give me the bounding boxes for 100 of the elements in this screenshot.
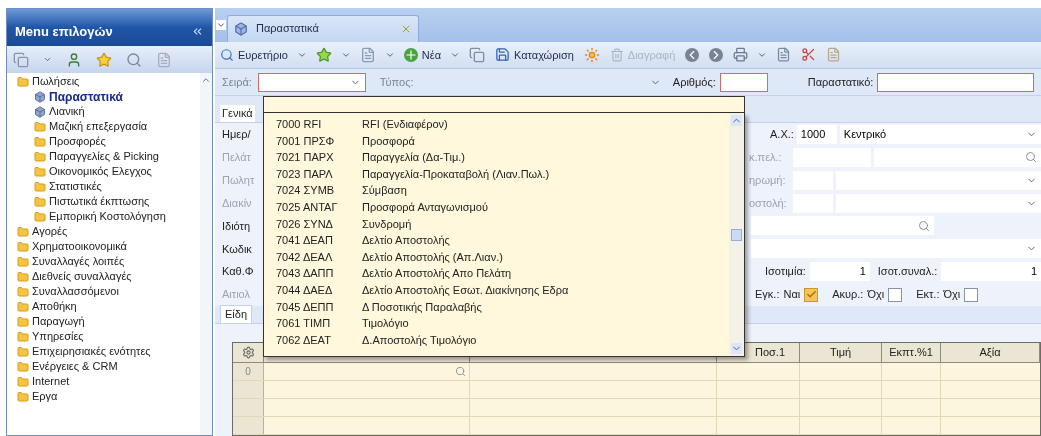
scroll-up-icon[interactable] [201,75,211,85]
tree-item[interactable]: Πωλήσεις [17,74,200,89]
row-header [233,399,264,416]
dropdown-option[interactable]: 7061 ΤΙΜΠ Τιμολόγιο [264,315,729,332]
search-icon [220,47,234,62]
tree-item[interactable]: Συναλλαγές λοιπές [17,254,200,269]
search-icon[interactable] [455,366,466,377]
number-field[interactable] [719,72,768,92]
rate-field[interactable]: 1 [809,262,870,282]
document-icon [776,47,792,63]
branch-field[interactable]: Κεντρικό [839,124,1041,144]
tab-menu-icon[interactable] [216,19,226,30]
tree-item[interactable]: Παραγωγή [17,314,200,329]
scroll-down-icon[interactable] [731,343,742,354]
checkbox[interactable] [964,287,979,302]
trade-rate-field[interactable]: 1 [941,262,1041,282]
tree-item[interactable]: Παραστατικά [17,89,200,104]
new-button[interactable]: Νέα [400,43,444,66]
select-field[interactable] [836,170,1041,190]
cube-icon [34,90,46,103]
tree-item[interactable]: Internet [17,374,200,389]
tree-item[interactable]: Διεθνείς συναλλαγές [17,269,200,284]
folder-icon [17,270,29,283]
dropdown-option[interactable]: 7024 ΣΥΜΒ Σύμβαση [264,182,729,199]
tree-item[interactable]: Αποθήκη [17,299,200,314]
field-label: Αιτιολ [222,287,250,303]
search-icon[interactable] [1025,151,1037,164]
search-icon[interactable] [918,219,930,232]
dropdown-option[interactable]: 7044 ΔΑΕΔ Δελτίο Αποστολής Εσωτ. Διακίνησης Εδρα [264,281,729,299]
dropdown-option[interactable]: 7000 RFI RFI (Ενδιαφέρον) [264,116,729,133]
tree-item[interactable]: Προσφορές [17,134,200,149]
search-field[interactable] [751,216,934,236]
scrollbar[interactable] [729,113,744,356]
tree-item[interactable]: Εργα [17,389,200,404]
tree-item[interactable]: Οικονομικός Ελεγχος [17,164,200,179]
save-button[interactable]: Καταχώριση [492,43,577,66]
dropdown-option[interactable]: 7001 ΠΡΣΦ Προσφορά [264,132,729,150]
tree-item[interactable]: Ενέργειες & CRM [17,359,200,374]
tree-item[interactable]: Μαζική επεξεργασία [17,119,200,134]
series-field[interactable] [257,72,366,92]
row-number: 0 [245,365,251,379]
column-header[interactable]: Τιμή [800,343,882,362]
dropdown-option[interactable]: 7043 ΔΑΠΠ Δελτίο Αποστολής Απο Πελάτη [264,265,729,282]
field-label: Ισοτιμία: [765,264,806,280]
document-field[interactable] [877,72,1034,92]
scrollbar[interactable] [200,73,212,435]
document-tab[interactable]: Παραστατικά [227,14,419,42]
dropdown-option[interactable]: 7026 ΣΥΝΔ Συνδρομή [264,215,729,233]
lines-tab[interactable]: Είδη [220,305,253,323]
document-icon[interactable] [156,51,172,68]
field-label: Ισοτ.συναλ.: [877,264,938,280]
field-label: Ακυρ.: [832,287,864,303]
clipboard-icon[interactable] [13,51,29,68]
tree-item[interactable]: Εμπορική Κοστολόγηση [17,209,200,224]
collapse-icon[interactable] [191,25,204,38]
form-tab[interactable]: Γενικά [220,105,255,122]
field-label: Πελάτ [222,150,251,166]
dropdown-option[interactable]: 7041 ΔΕΑΠ Δελτίο Αποστολής [264,232,729,249]
tree-item[interactable]: Λιανική [17,104,200,119]
column-header[interactable]: Εκπτ.%1 [882,343,941,362]
scissors-icon [801,47,817,63]
tree-item[interactable]: Αγορές [17,224,200,239]
tree-item[interactable]: Χρηματοοικονομικά [17,239,200,254]
customer-field[interactable] [874,147,1041,167]
checkbox[interactable] [888,287,903,302]
printer-icon [733,47,749,63]
select-field[interactable] [836,193,1041,213]
dropdown-option[interactable]: 7021 ΠΑΡΧ Παραγγελία (Δα-Τιμ.) [264,149,729,166]
caret-icon[interactable] [43,55,52,64]
star-icon[interactable] [96,51,112,68]
column-header[interactable]: Αξία [941,343,1040,362]
search-icon[interactable] [126,51,142,68]
dropdown-option[interactable]: 7025 ΑΝΤΑΓ Προσφορά Ανταγωνισμού [264,198,729,216]
cube-icon [34,105,46,118]
tree-item[interactable]: Στατιστικές [17,179,200,194]
folder-icon [17,240,29,253]
index-button[interactable]: Ευρετήριο [217,43,291,66]
branch-code-field[interactable]: 1000 [796,124,837,144]
tree-item[interactable]: Επιχειρησιακές ενότητες [17,344,200,359]
tree-item[interactable]: Παραγγελίες & Picking [17,149,200,164]
tree-item[interactable]: Υπηρεσίες [17,329,200,344]
field-label: Κωδικ [222,241,252,257]
sun-icon [583,46,600,63]
tree-item[interactable]: Συναλλασσόμενοι [17,284,200,299]
dropdown-option[interactable]: 7042 ΔΕΑΛ Δελτίο Αποστολής (Απ.Λιαν.) [264,248,729,266]
tab-title: Παραστατικά [256,21,320,37]
scroll-up-icon[interactable] [731,115,742,126]
select-field[interactable] [751,239,1041,259]
checkbox[interactable] [804,287,819,302]
folder-icon [17,390,29,403]
columns-icon[interactable] [241,346,255,359]
field-label: Παραστατικό: [807,74,874,90]
user-icon[interactable] [66,51,82,68]
dropdown-option[interactable]: 7045 ΔΕΠΠ Δ Ποσοτικής Παραλαβής [264,298,729,316]
field-label: Αριθμός: [672,74,716,90]
dropdown-option[interactable]: 7023 ΠΑΡΛ Παραγγελία-Προκαταβολή (Λιαν.Πωλ.) [264,165,729,183]
tree-item[interactable]: Πιστωτικά έκπτωσης [17,194,200,209]
scroll-thumb[interactable] [731,228,742,241]
dropdown-input[interactable] [263,96,745,113]
folder-icon [17,360,29,373]
